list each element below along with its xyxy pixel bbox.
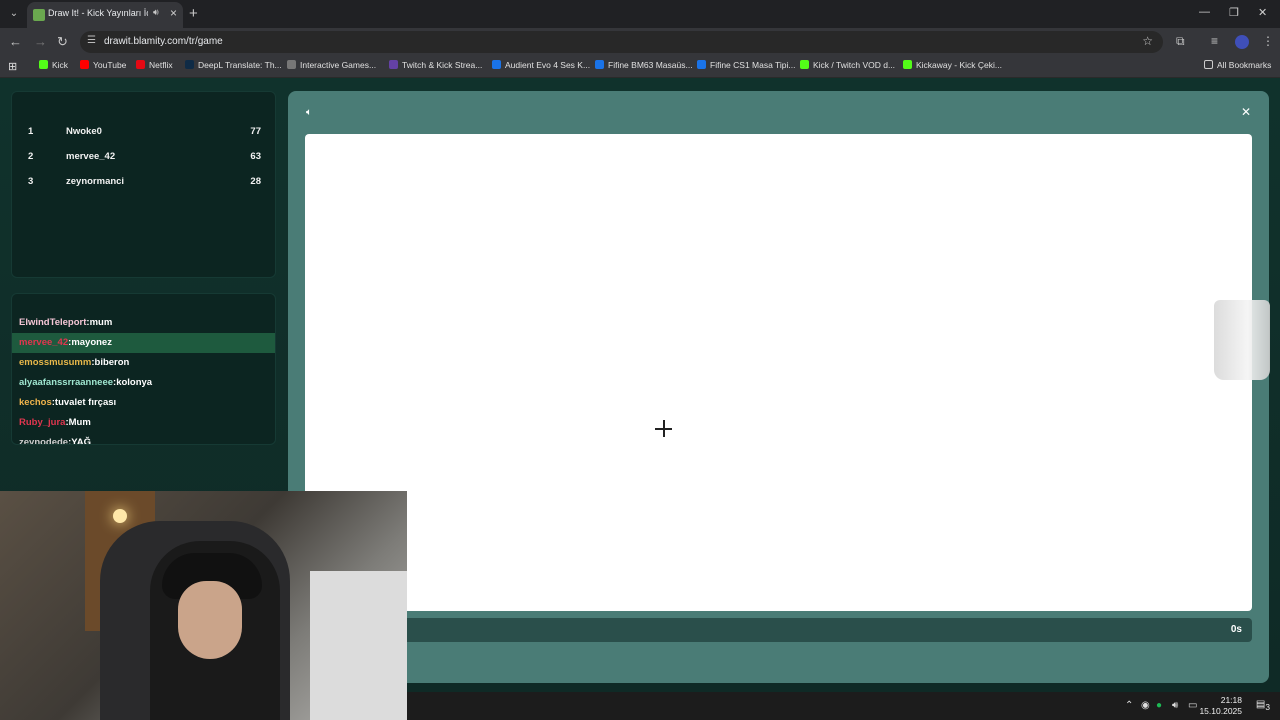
leaderboard: 1 Nwoke0 77 2 mervee_42 63 3 zeynormanci… <box>11 91 276 278</box>
chat-username: kechos <box>19 397 52 408</box>
chat-username: mervee_42 <box>19 337 69 348</box>
drawing-canvas[interactable] <box>305 134 1252 611</box>
leaderboard-row: 3 zeynormanci 28 <box>12 172 277 192</box>
bookmark-youtube[interactable]: YouTube <box>80 60 126 74</box>
webcam-face <box>178 581 242 659</box>
address-bar: ← → ↻ ☰ drawit.blamity.com/tr/game ☆ ⧉ ≡… <box>0 28 1280 56</box>
crosshair-cursor-icon <box>655 420 672 437</box>
leaderboard-row: 1 Nwoke0 77 <box>12 122 277 142</box>
clock-time: 21:18 <box>1220 695 1242 705</box>
tab-audio-icon[interactable]: 🔊︎ <box>153 7 159 18</box>
network-icon[interactable]: ▭ <box>1188 700 1197 711</box>
game-panel: 🔈︎ ✕ 0s <box>288 91 1269 683</box>
tab-close-icon[interactable]: × <box>170 6 177 20</box>
player-name: zeynormanci <box>66 176 125 187</box>
url-text: drawit.blamity.com/tr/game <box>104 36 223 47</box>
bookmark-star-icon[interactable]: ☆ <box>1142 34 1153 48</box>
rank: 1 <box>28 126 34 137</box>
chat-message: emossmusumm:biberon <box>19 357 130 368</box>
window-close-icon[interactable]: ✕ <box>1258 6 1267 19</box>
browser-tab[interactable]: Draw It! - Kick Yayınları İçin 🔊︎ × <box>27 2 183 28</box>
menu-icon[interactable]: ⋮ <box>1262 34 1274 48</box>
player-name: Nwoke0 <box>66 126 102 137</box>
discord-icon[interactable]: ◉ <box>1141 700 1150 711</box>
clock[interactable]: 21:18 15.10.2025 <box>1199 695 1242 717</box>
timer-bar: 0s <box>305 618 1252 642</box>
chat-message-highlighted: mervee_42:mayonez <box>12 333 275 353</box>
all-bookmarks[interactable]: All Bookmarks <box>1204 60 1271 74</box>
close-icon[interactable]: ✕ <box>1241 105 1251 119</box>
taskbar: ⌃ ◉ ● 🔊︎ ▭ 21:18 15.10.2025 ▤3 <box>407 692 1280 720</box>
tab-title: Draw It! - Kick Yayınları İçin <box>48 8 148 18</box>
bookmark-twitch-kick[interactable]: Twitch & Kick Strea... <box>389 60 482 74</box>
chat-message: Ruby_jura:Mum <box>19 417 91 428</box>
chat-text: tuvalet fırçası <box>54 397 117 408</box>
chat-text: mayonez <box>71 337 112 348</box>
reload-icon[interactable]: ↻ <box>57 34 68 50</box>
chat-username: zeynodede <box>19 437 69 445</box>
notifications-icon[interactable]: ▤3 <box>1256 699 1270 712</box>
tab-search-icon[interactable]: ⌄ <box>6 6 22 22</box>
new-tab-icon[interactable]: + <box>189 5 198 22</box>
rank: 2 <box>28 151 34 162</box>
chat-text: Mum <box>68 417 91 428</box>
volume-icon[interactable]: 🔊︎ <box>1172 700 1178 711</box>
forward-icon[interactable]: → <box>34 34 47 49</box>
apps-icon[interactable]: ⊞ <box>8 60 17 74</box>
chat-username: alyaafanssrraanneee <box>19 377 114 388</box>
tray-chevron-icon[interactable]: ⌃ <box>1125 700 1133 711</box>
chat-username: Ruby_jura <box>19 417 66 428</box>
tab-favicon-icon <box>33 9 45 21</box>
tab-bar: ⌄ Draw It! - Kick Yayınları İçin 🔊︎ × + … <box>0 0 1280 28</box>
chat-message: kechos:tuvalet fırçası <box>19 397 117 408</box>
site-info-icon[interactable]: ☰ <box>87 35 96 46</box>
chat-username: ElwindTeleport <box>19 317 87 328</box>
webcam-overlay <box>0 491 407 720</box>
media-controls-icon[interactable]: ≡ <box>1211 34 1218 48</box>
webcam-lamp <box>113 509 127 523</box>
back-icon[interactable]: ← <box>9 34 22 49</box>
bookmark-deepl[interactable]: DeepL Translate: Th... <box>185 60 282 74</box>
speaker-icon[interactable]: 🔈︎ <box>306 107 312 118</box>
chat-username: emossmusumm <box>19 357 92 368</box>
bookmark-vod[interactable]: Kick / Twitch VOD d... <box>800 60 895 74</box>
bookmark-fifine-bm63[interactable]: Fifine BM63 Masaüs... <box>595 60 693 74</box>
bookmarks-bar: ⊞ Kick YouTube Netflix DeepL Translate: … <box>0 56 1280 78</box>
bookmark-netflix[interactable]: Netflix <box>136 60 173 74</box>
chat-text: mum <box>89 317 113 328</box>
chat-box: ElwindTeleport:mum mervee_42:mayonez emo… <box>11 293 276 445</box>
url-field[interactable]: ☰ drawit.blamity.com/tr/game ☆ <box>80 31 1163 53</box>
overlay-glass-image <box>1214 300 1270 380</box>
notification-count: 3 <box>1265 702 1270 712</box>
profile-avatar[interactable] <box>1235 35 1249 49</box>
player-score: 63 <box>250 151 261 162</box>
timer-label: 0s <box>1230 624 1242 635</box>
player-score: 28 <box>250 176 261 187</box>
minimize-icon[interactable]: — <box>1199 6 1210 18</box>
player-name: mervee_42 <box>66 151 116 162</box>
bookmark-fifine-cs1[interactable]: Fifine CS1 Masa Tipi... <box>697 60 796 74</box>
spotify-icon[interactable]: ● <box>1156 700 1162 711</box>
chat-message: zeynodede:YAĞ <box>12 433 275 445</box>
restore-icon[interactable]: ❐ <box>1229 6 1239 19</box>
player-score: 77 <box>250 126 261 137</box>
bookmark-kick[interactable]: Kick <box>39 60 68 74</box>
bookmark-kickaway[interactable]: Kickaway - Kick Çeki... <box>903 60 1002 74</box>
chat-text: kolonya <box>116 377 153 388</box>
clock-date: 15.10.2025 <box>1199 706 1242 716</box>
bookmark-audient[interactable]: Audient Evo 4 Ses K... <box>492 60 590 74</box>
bookmark-interactive-games[interactable]: Interactive Games... <box>287 60 376 74</box>
chat-text: biberon <box>94 357 130 368</box>
webcam-bed <box>310 571 407 720</box>
chat-message: ElwindTeleport:mum <box>19 317 113 328</box>
extensions-icon[interactable]: ⧉ <box>1176 34 1185 49</box>
chat-message: alyaafanssrraanneee:kolonya <box>19 377 153 388</box>
chat-text: YAĞ <box>71 437 91 445</box>
rank: 3 <box>28 176 34 187</box>
leaderboard-row: 2 mervee_42 63 <box>12 147 277 167</box>
